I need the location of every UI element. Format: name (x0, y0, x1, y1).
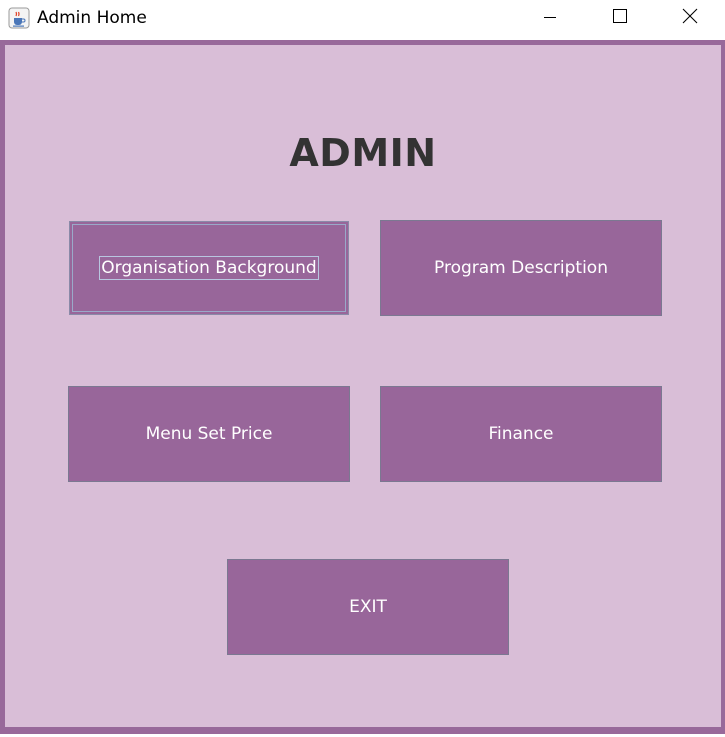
exit-button[interactable]: EXIT (227, 559, 509, 655)
minimize-button[interactable] (527, 0, 573, 36)
program-description-label: Program Description (434, 258, 608, 278)
content-panel: ADMIN Organisation Background Program De… (5, 45, 721, 727)
finance-label: Finance (488, 424, 554, 444)
window-title: Admin Home (37, 8, 147, 28)
java-coffee-icon (8, 7, 30, 29)
finance-button[interactable]: Finance (380, 386, 662, 482)
organisation-background-button[interactable]: Organisation Background (69, 221, 349, 315)
exit-label: EXIT (349, 597, 387, 617)
menu-set-price-button[interactable]: Menu Set Price (68, 386, 350, 482)
window-frame: ADMIN Organisation Background Program De… (0, 40, 725, 734)
close-icon (682, 8, 698, 28)
page-title: ADMIN (289, 131, 437, 175)
close-button[interactable] (667, 0, 713, 36)
maximize-button[interactable] (597, 0, 643, 36)
maximize-icon (612, 8, 628, 28)
title-bar[interactable]: Admin Home (0, 0, 725, 38)
admin-home-window: Admin Home ADMIN Organisation Background… (0, 0, 725, 737)
menu-set-price-label: Menu Set Price (145, 424, 273, 444)
organisation-background-label: Organisation Background (99, 256, 319, 280)
minimize-icon (543, 9, 557, 28)
program-description-button[interactable]: Program Description (380, 220, 662, 316)
